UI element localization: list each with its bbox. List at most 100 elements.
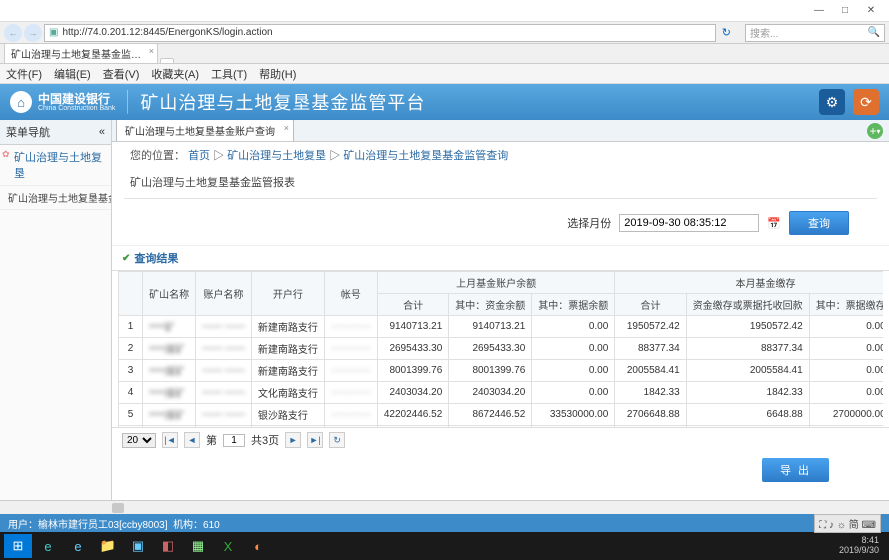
ccb-logo-icon: ⌂ xyxy=(10,91,32,113)
task-edge[interactable]: e xyxy=(34,534,62,558)
close-tab-icon[interactable]: × xyxy=(149,46,154,56)
month-input[interactable] xyxy=(619,214,759,232)
task-app4[interactable]: ◐ xyxy=(244,534,272,558)
refresh-grid-button[interactable]: ↻ xyxy=(329,432,345,448)
banner-divider xyxy=(127,90,128,114)
prev-page-button[interactable]: ◄ xyxy=(184,432,200,448)
app-title: 矿山治理与土地复垦基金监管平台 xyxy=(140,89,425,115)
task-app1[interactable]: ▣ xyxy=(124,534,152,558)
menu-tools[interactable]: 工具(T) xyxy=(211,66,247,82)
col-sum2: 合计 xyxy=(615,294,686,316)
sidebar: 菜单导航« 矿山治理与土地复垦 矿山治理与土地复垦基金账户查 xyxy=(0,120,112,500)
minimize-button[interactable]: — xyxy=(807,3,831,19)
ie-menu-bar: 文件(F) 编辑(E) 查看(V) 收藏夹(A) 工具(T) 帮助(H) xyxy=(0,64,889,84)
url-input[interactable]: ▣ http://74.0.201.12:8445/EnergonKS/logi… xyxy=(44,24,716,42)
task-ie[interactable]: e xyxy=(64,534,92,558)
last-page-button[interactable]: ►| xyxy=(307,432,323,448)
back-button[interactable]: ← xyxy=(4,24,22,42)
window-titlebar: — □ ✕ xyxy=(0,0,889,22)
filter-bar: 选择月份 📅 查询 xyxy=(112,201,889,246)
query-button[interactable]: 查询 xyxy=(789,211,849,235)
browser-search-input[interactable]: 搜索... 🔍 xyxy=(745,24,885,42)
workbench: 菜单导航« 矿山治理与土地复垦 矿山治理与土地复垦基金账户查 矿山治理与土地复垦… xyxy=(0,120,889,500)
page-size-select[interactable]: 20 xyxy=(122,433,156,448)
panel-title: 矿山治理与土地复垦基金监管报表 xyxy=(124,170,877,199)
zoom-indicator[interactable]: ⛶ ♪ ☼ 简 ⌨ xyxy=(814,514,881,533)
add-tab-button[interactable]: + ▾ xyxy=(867,123,883,139)
menu-view[interactable]: 查看(V) xyxy=(103,66,140,82)
close-tab-icon[interactable]: × xyxy=(284,123,289,133)
menu-edit[interactable]: 编辑(E) xyxy=(54,66,91,82)
col-account: 账户名称 xyxy=(196,272,252,316)
browser-tab-strip: 矿山治理与土地复垦基金监… × xyxy=(0,44,889,64)
col-acctno: 帐号 xyxy=(324,272,377,316)
first-page-button[interactable]: |◄ xyxy=(162,432,178,448)
bank-logo: ⌂ 中国建设银行 China Construction Bank xyxy=(10,91,115,113)
browser-tab-title: 矿山治理与土地复垦基金监… xyxy=(11,50,141,61)
sidebar-item-mining[interactable]: 矿山治理与土地复垦 xyxy=(0,145,111,186)
export-bar: 导 出 xyxy=(112,452,889,500)
maximize-button[interactable]: □ xyxy=(833,3,857,19)
refresh-button[interactable]: ↻ xyxy=(716,26,737,39)
col-mine: 矿山名称 xyxy=(143,272,196,316)
col-bill1: 其中：票据余额 xyxy=(532,294,615,316)
crumb-home[interactable]: 首页 xyxy=(188,150,210,162)
page-input[interactable] xyxy=(223,434,245,447)
status-bar: 用户：榆林市建行员工03[ccby8003] 机构：610 ⛶ ♪ ☼ 简 ⌨ xyxy=(0,514,889,532)
next-page-button[interactable]: ► xyxy=(285,432,301,448)
col-bank: 开户行 xyxy=(251,272,324,316)
table-row[interactable]: 4****煤矿—— ——文化南路支行············2403034.20… xyxy=(119,382,884,404)
address-bar: ← → ▣ http://74.0.201.12:8445/EnergonKS/… xyxy=(0,22,889,44)
col-balance: 其中：资金余额 xyxy=(449,294,532,316)
browser-tab[interactable]: 矿山治理与土地复垦基金监… × xyxy=(4,43,158,63)
menu-file[interactable]: 文件(F) xyxy=(6,66,42,82)
new-tab-button[interactable] xyxy=(160,58,174,63)
search-placeholder: 搜索... xyxy=(750,25,778,40)
crumb-module[interactable]: 矿山治理与土地复垦 xyxy=(227,150,326,162)
task-excel[interactable]: X xyxy=(214,534,242,558)
sidebar-header: 菜单导航« xyxy=(0,120,111,145)
collapse-icon[interactable]: « xyxy=(99,126,105,138)
horizontal-scrollbar[interactable] xyxy=(0,500,889,514)
main-area: 矿山治理与土地复垦基金账户查询 × + ▾ 您的位置： 首页 ▷ 矿山治理与土地… xyxy=(112,120,889,500)
status-user: 用户：榆林市建行员工03[ccby8003] xyxy=(8,516,168,531)
table-row[interactable]: 5****煤矿—— ——银沙路支行············42202446.52… xyxy=(119,404,884,426)
start-button[interactable]: ⊞ xyxy=(4,534,32,558)
table-row[interactable]: 2****煤矿—— ——新建南路支行············2695433.30… xyxy=(119,338,884,360)
system-tray[interactable]: 8:41 2019/9/30 xyxy=(833,536,885,556)
pager: 20 |◄ ◄ 第 共3页 ► ►| ↻ xyxy=(112,427,889,452)
settings-icon[interactable]: ⚙ xyxy=(819,89,845,115)
export-button[interactable]: 导 出 xyxy=(762,458,829,482)
col-bill2: 其中：票据缴存 xyxy=(809,294,883,316)
result-grid[interactable]: 矿山名称 账户名称 开户行 帐号 上月基金账户余额 本月基金缴存 合计 其中：资… xyxy=(118,271,883,427)
table-row[interactable]: 3****煤矿—— ——新建南路支行············8001399.76… xyxy=(119,360,884,382)
task-explorer[interactable]: 📁 xyxy=(94,534,122,558)
status-org: 机构：610 xyxy=(173,516,220,531)
month-label: 选择月份 xyxy=(567,215,611,231)
calendar-icon[interactable]: 📅 xyxy=(767,217,781,230)
col-sum1: 合计 xyxy=(377,294,448,316)
sidebar-item-account-query[interactable]: 矿山治理与土地复垦基金账户查 xyxy=(0,186,111,210)
tab-account-query[interactable]: 矿山治理与土地复垦基金账户查询 × xyxy=(116,120,294,141)
result-header: 查询结果 xyxy=(112,246,889,271)
app-tab-strip: 矿山治理与土地复垦基金账户查询 × + ▾ xyxy=(112,120,889,142)
col-group-thismonth: 本月基金缴存 xyxy=(615,272,883,294)
task-app2[interactable]: ◧ xyxy=(154,534,182,558)
menu-fav[interactable]: 收藏夹(A) xyxy=(151,66,199,82)
task-app3[interactable]: ▦ xyxy=(184,534,212,558)
breadcrumb: 您的位置： 首页 ▷ 矿山治理与土地复垦 ▷ 矿山治理与土地复垦基金监管查询 xyxy=(112,142,889,168)
table-row[interactable]: 1****矿—— ——新建南路支行············9140713.219… xyxy=(119,316,884,338)
app-banner: ⌂ 中国建设银行 China Construction Bank 矿山治理与土地… xyxy=(0,84,889,120)
page-icon: ▣ xyxy=(49,27,58,38)
tab-label: 矿山治理与土地复垦基金账户查询 xyxy=(125,127,275,138)
crumb-page[interactable]: 矿山治理与土地复垦基金监管查询 xyxy=(343,150,508,162)
close-button[interactable]: ✕ xyxy=(859,3,883,19)
taskbar: ⊞ e e 📁 ▣ ◧ ▦ X ◐ 8:41 2019/9/30 xyxy=(0,532,889,560)
col-group-lastmonth: 上月基金账户余额 xyxy=(377,272,614,294)
url-text: http://74.0.201.12:8445/EnergonKS/login.… xyxy=(62,27,272,38)
col-deposit: 资金缴存或票据托收回款 xyxy=(686,294,809,316)
page-prefix: 第 xyxy=(206,432,217,448)
menu-help[interactable]: 帮助(H) xyxy=(259,66,296,82)
forward-button[interactable]: → xyxy=(24,24,42,42)
power-icon[interactable]: ⟳ xyxy=(853,89,879,115)
